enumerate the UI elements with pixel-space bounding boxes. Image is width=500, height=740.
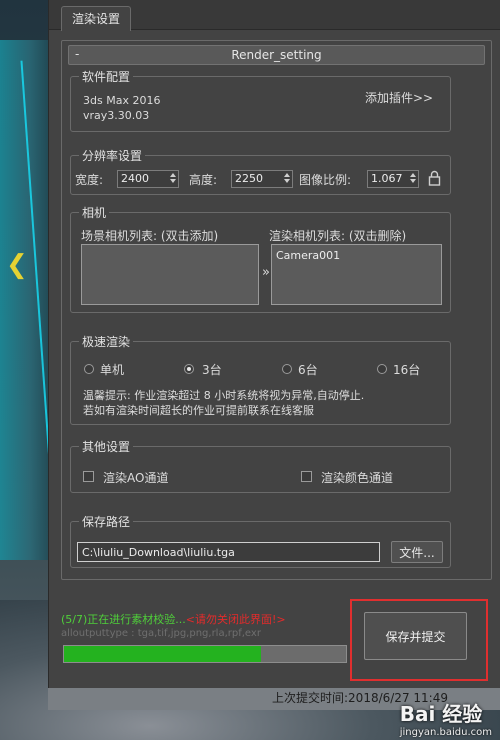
camera-group: 相机 场景相机列表: (双击添加) 渲染相机列表: (双击删除) » Camer… <box>70 204 451 313</box>
radio-single-label: 单机 <box>100 363 125 377</box>
output-formats-hint: alloutputtype : tga,tif,jpg,png,rla,rpf,… <box>61 628 261 639</box>
radio-3[interactable] <box>184 364 194 374</box>
spinner-arrows-icon[interactable] <box>168 172 177 186</box>
progress-status-text: (5/7)正在进行素材校验... <box>61 613 186 626</box>
render-settings-dialog: 渲染设置 - Render_setting 软件配置 3ds Max 2016 … <box>48 0 500 688</box>
ratio-value: 1.067 <box>371 172 403 185</box>
status-line: (5/7)正在进行素材校验...<请勿关闭此界面!> <box>61 611 286 627</box>
radio-6-label: 6台 <box>298 363 318 377</box>
fast-render-group-title: 极速渲染 <box>79 333 134 350</box>
width-spinner[interactable]: 2400 <box>117 170 179 188</box>
color-channel-checkbox[interactable] <box>301 471 312 482</box>
list-item[interactable]: Camera001 <box>276 249 340 262</box>
lock-icon[interactable] <box>428 170 441 186</box>
radio-6[interactable] <box>282 364 292 374</box>
watermark-area: Bai 经验 jingyan.baidu.com <box>370 702 500 740</box>
save-and-submit-button[interactable]: 保存并提交 <box>364 612 467 660</box>
watermark-logo: Bai 经验 jingyan.baidu.com <box>400 698 492 738</box>
app-version: 3ds Max 2016 <box>83 94 161 107</box>
rollout-title: Render_setting <box>231 48 322 62</box>
render-camera-list-label: 渲染相机列表: (双击删除) <box>269 229 407 243</box>
radio-16[interactable] <box>377 364 387 374</box>
height-value: 2250 <box>235 172 263 185</box>
add-plugin-link[interactable]: 添加插件>> <box>365 89 433 106</box>
radio-3-label: 3台 <box>202 363 222 377</box>
ao-channel-checkbox[interactable] <box>83 471 94 482</box>
software-group-title: 软件配置 <box>79 68 134 85</box>
last-submit-label: 上次提交时间: <box>272 691 349 705</box>
rollout-header[interactable]: - Render_setting <box>68 45 485 65</box>
spinner-arrows-icon[interactable] <box>282 172 291 186</box>
file-browse-button[interactable]: 文件... <box>391 541 443 563</box>
spinner-arrows-icon[interactable] <box>408 172 417 186</box>
viewport-arrow-icon: ❮ <box>6 250 28 280</box>
ratio-spinner[interactable]: 1.067 <box>367 170 419 188</box>
scene-camera-list-label: 场景相机列表: (双击添加) <box>81 229 219 243</box>
radio-single[interactable] <box>84 364 94 374</box>
tab-strip: 渲染设置 <box>49 0 500 31</box>
save-path-group-title: 保存路径 <box>79 513 134 530</box>
scene-camera-list[interactable] <box>81 244 259 305</box>
resolution-group-title: 分辨率设置 <box>79 147 146 164</box>
transfer-icon: » <box>262 265 270 280</box>
width-label: 宽度: <box>75 173 104 187</box>
tip-line-2: 若如有渲染时间超长的作业可提前联系在线客服 <box>83 404 314 417</box>
tip-line-1: 温馨提示: 作业渲染超过 8 小时系统将视为异常,自动停止. <box>83 389 365 402</box>
height-spinner[interactable]: 2250 <box>231 170 293 188</box>
watermark-sub: jingyan.baidu.com <box>399 727 492 738</box>
software-group: 软件配置 3ds Max 2016 vray3.30.03 添加插件>> <box>70 68 451 132</box>
width-value: 2400 <box>121 172 149 185</box>
other-settings-group: 其他设置 渲染AO通道 渲染颜色通道 <box>70 438 451 493</box>
progress-bar <box>63 645 347 663</box>
warning-text: <请勿关闭此界面!> <box>185 613 286 626</box>
ratio-label: 图像比例: <box>299 173 352 187</box>
camera-group-title: 相机 <box>79 204 110 221</box>
renderer-version: vray3.30.03 <box>83 109 150 122</box>
tab-render-settings[interactable]: 渲染设置 <box>61 6 132 31</box>
watermark-main: Bai 经验 <box>399 702 483 726</box>
fast-render-group: 极速渲染 单机 3台 6台 16台 温馨提示: 作业渲染超过 8 小时系统将视为… <box>70 333 451 425</box>
resolution-group: 分辨率设置 宽度: 2400 高度: 2250 图像比例: 1.067 <box>70 147 451 195</box>
height-label: 高度: <box>189 173 218 187</box>
save-path-field[interactable] <box>78 543 379 561</box>
render-setting-panel: - Render_setting 软件配置 3ds Max 2016 vray3… <box>61 40 492 580</box>
color-channel-label: 渲染颜色通道 <box>321 471 394 485</box>
save-path-input[interactable] <box>77 542 380 562</box>
ao-channel-label: 渲染AO通道 <box>103 471 169 485</box>
render-camera-list[interactable]: Camera001 <box>271 244 442 305</box>
progress-fill <box>64 646 262 662</box>
save-path-group: 保存路径 文件... <box>70 513 451 568</box>
radio-16-label: 16台 <box>393 363 421 377</box>
other-settings-group-title: 其他设置 <box>79 438 134 455</box>
